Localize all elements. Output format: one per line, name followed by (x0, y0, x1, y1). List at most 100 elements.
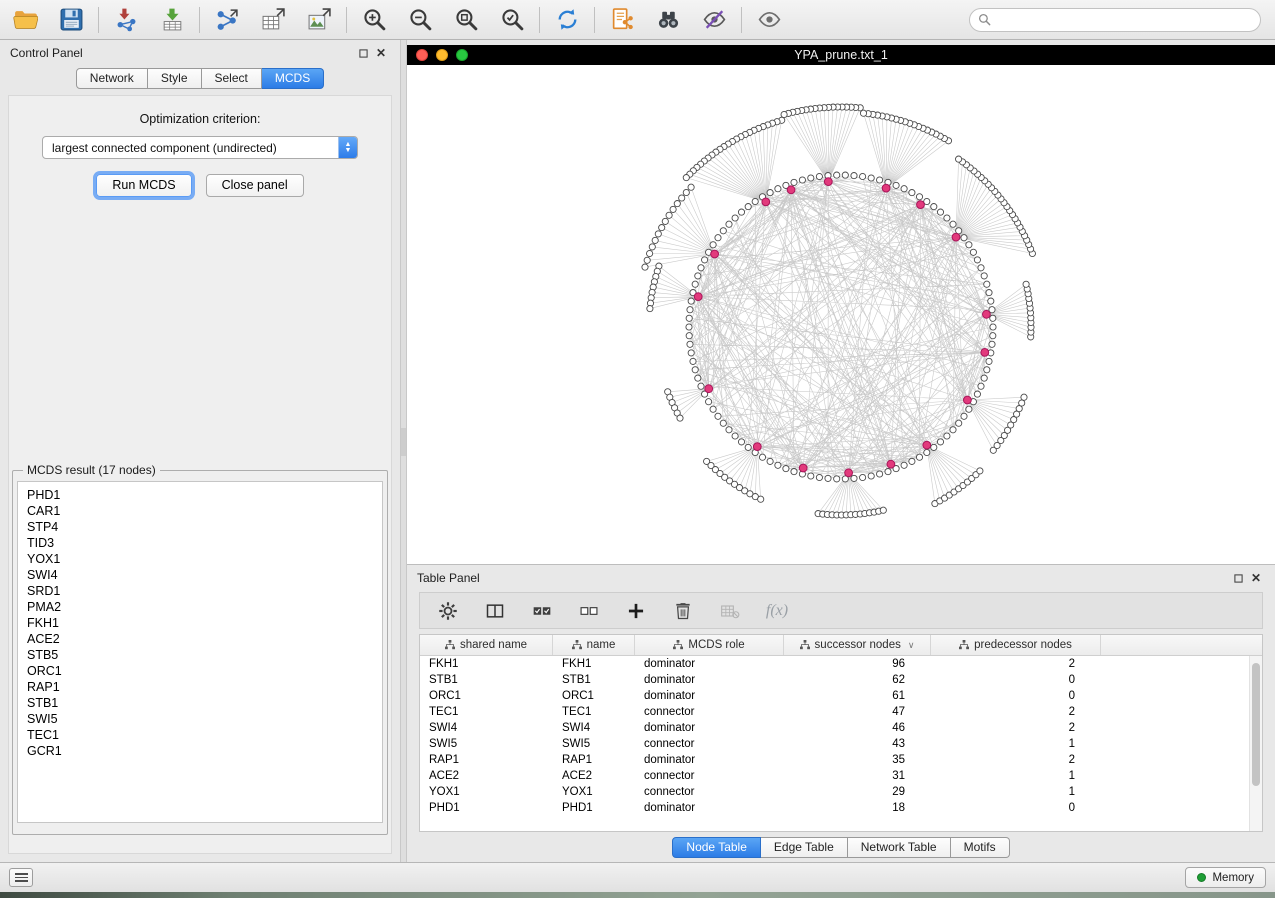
network-node[interactable] (732, 215, 738, 221)
network-node[interactable] (695, 375, 701, 381)
mcds-result-item[interactable]: SRD1 (27, 583, 373, 599)
export-image-button[interactable] (304, 5, 334, 35)
mcds-result-item[interactable]: YOX1 (27, 551, 373, 567)
network-node[interactable] (647, 250, 653, 256)
network-node[interactable] (720, 228, 726, 234)
network-node[interactable] (726, 221, 732, 227)
network-node[interactable] (950, 221, 956, 227)
table-row[interactable]: ACE2ACE2connector311 (420, 768, 1262, 784)
network-node[interactable] (834, 172, 840, 178)
network-graph[interactable] (407, 65, 1275, 564)
column-header-name[interactable]: name (553, 635, 635, 655)
dominator-node[interactable] (711, 250, 719, 258)
network-node[interactable] (981, 375, 987, 381)
dominator-node[interactable] (923, 441, 931, 449)
table-settings-button[interactable] (436, 599, 460, 623)
network-node[interactable] (710, 242, 716, 248)
close-panel-button[interactable]: Close panel (206, 174, 304, 197)
tab-network[interactable]: Network (76, 68, 148, 89)
network-node[interactable] (909, 190, 915, 196)
mcds-result-item[interactable]: SWI5 (27, 711, 373, 727)
network-node[interactable] (842, 172, 848, 178)
network-node[interactable] (652, 237, 658, 243)
network-node[interactable] (738, 209, 744, 215)
delete-column-button[interactable] (671, 599, 695, 623)
network-node[interactable] (984, 281, 990, 287)
panel-splitter[interactable] (400, 40, 407, 862)
network-canvas[interactable] (407, 65, 1275, 564)
zoom-selected-button[interactable] (497, 5, 527, 35)
dominator-node[interactable] (824, 178, 832, 186)
dominator-node[interactable] (981, 349, 989, 357)
network-node[interactable] (674, 201, 680, 207)
network-node[interactable] (688, 184, 694, 190)
network-node[interactable] (937, 209, 943, 215)
network-node[interactable] (690, 358, 696, 364)
table-row[interactable]: ORC1ORC1dominator610 (420, 688, 1262, 704)
tab-select[interactable]: Select (202, 68, 262, 89)
network-node[interactable] (944, 433, 950, 439)
network-node[interactable] (816, 173, 822, 179)
network-node[interactable] (1023, 281, 1029, 287)
close-table-panel-icon[interactable]: ✕ (1247, 570, 1265, 586)
splitter-handle-icon[interactable] (401, 428, 406, 456)
function-builder-button[interactable]: f(x) (765, 599, 789, 623)
network-node[interactable] (683, 175, 689, 181)
network-node[interactable] (726, 427, 732, 433)
deselect-all-button[interactable] (577, 599, 601, 623)
network-node[interactable] (860, 173, 866, 179)
dominator-node[interactable] (787, 186, 795, 194)
network-node[interactable] (687, 341, 693, 347)
table-scrollbar[interactable] (1249, 656, 1262, 831)
network-node[interactable] (759, 454, 765, 460)
search-box[interactable] (969, 8, 1261, 32)
network-node[interactable] (860, 110, 866, 116)
network-node[interactable] (666, 212, 672, 218)
window-zoom-button[interactable] (456, 49, 468, 61)
column-header-successor-nodes[interactable]: successor nodes∨ (784, 635, 931, 655)
dominator-node[interactable] (799, 464, 807, 472)
tab-style[interactable]: Style (148, 68, 202, 89)
network-node[interactable] (687, 307, 693, 313)
network-node[interactable] (767, 458, 773, 464)
network-node[interactable] (692, 367, 698, 373)
close-panel-icon[interactable]: ✕ (372, 45, 390, 61)
network-node[interactable] (745, 204, 751, 210)
hide-details-button[interactable] (699, 5, 729, 35)
network-node[interactable] (706, 399, 712, 405)
network-node[interactable] (710, 406, 716, 412)
table-row[interactable]: RAP1RAP1dominator352 (420, 752, 1262, 768)
network-node[interactable] (783, 466, 789, 472)
network-node[interactable] (851, 173, 857, 179)
network-node[interactable] (816, 474, 822, 480)
network-node[interactable] (670, 206, 676, 212)
network-node[interactable] (715, 413, 721, 419)
network-node[interactable] (715, 235, 721, 241)
delete-table-button[interactable] (718, 599, 742, 623)
network-node[interactable] (937, 439, 943, 445)
criterion-select[interactable]: largest connected component (undirected)… (42, 136, 358, 159)
network-node[interactable] (698, 383, 704, 389)
show-columns-button[interactable] (483, 599, 507, 623)
network-node[interactable] (686, 315, 692, 321)
network-node[interactable] (642, 264, 648, 270)
network-node[interactable] (924, 449, 930, 455)
network-node[interactable] (956, 420, 962, 426)
export-network-button[interactable] (607, 5, 637, 35)
tab-network-table[interactable]: Network Table (848, 837, 951, 858)
column-header-predecessor-nodes[interactable]: predecessor nodes (931, 635, 1101, 655)
tab-node-table[interactable]: Node Table (672, 837, 761, 858)
network-node[interactable] (966, 242, 972, 248)
float-table-panel-icon[interactable] (1229, 570, 1247, 586)
network-node[interactable] (677, 415, 683, 421)
network-node[interactable] (683, 189, 689, 195)
network-node[interactable] (647, 306, 653, 312)
mcds-result-item[interactable]: ORC1 (27, 663, 373, 679)
network-node[interactable] (720, 420, 726, 426)
network-node[interactable] (877, 471, 883, 477)
import-network-button[interactable] (111, 5, 141, 35)
network-node[interactable] (688, 350, 694, 356)
zoom-fit-button[interactable] (451, 5, 481, 35)
mcds-result-item[interactable]: SWI4 (27, 567, 373, 583)
network-node[interactable] (986, 290, 992, 296)
